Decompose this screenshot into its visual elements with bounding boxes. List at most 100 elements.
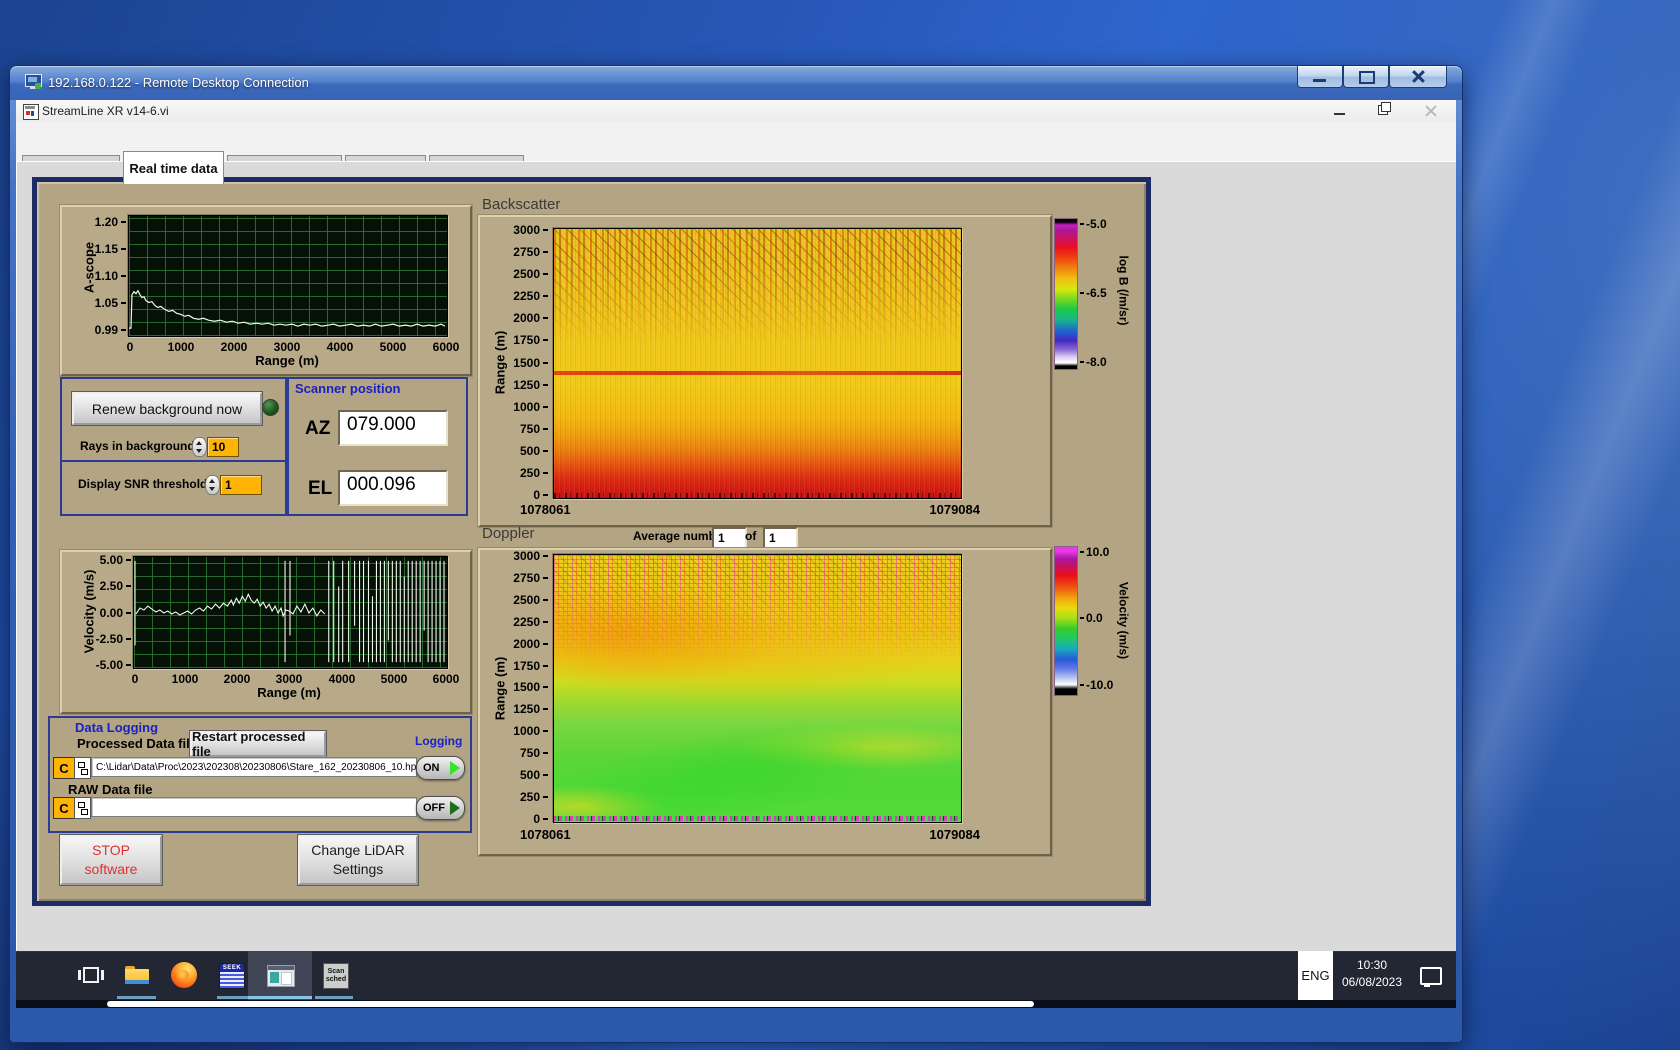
processed-toggle-led-on: [450, 761, 460, 775]
stop-software-button[interactable]: STOP software: [60, 835, 162, 885]
seek-app-label: SEEK: [220, 964, 244, 972]
average-of-label: of: [745, 529, 757, 543]
backscatter-ground-speckle: [554, 493, 961, 498]
ascope-xtick: 2000: [220, 340, 248, 354]
language-indicator[interactable]: ENG: [1298, 951, 1333, 1000]
rdp-close-button[interactable]: [1389, 66, 1447, 88]
rdp-maximize-button[interactable]: [1343, 66, 1389, 88]
processed-drive-selector[interactable]: C: [53, 757, 75, 779]
taskbar-active-app[interactable]: [248, 951, 312, 1000]
doppler-time-end: 1079084: [929, 827, 980, 842]
app-titlebar[interactable]: StreamLine XR v14-6.vi: [16, 100, 1456, 123]
file-explorer-icon[interactable]: [124, 963, 150, 985]
velocity-xtick: 2000: [223, 672, 251, 686]
rdp-minimize-button[interactable]: [1297, 66, 1343, 88]
streamline-taskbar-icon: [267, 965, 295, 987]
dp-ytick: 2000: [504, 637, 548, 651]
app-title: StreamLine XR v14-6.vi: [42, 104, 169, 118]
renew-background-button[interactable]: Renew background now: [72, 392, 262, 425]
doppler-time-start: 1078061: [520, 827, 571, 842]
change-lidar-settings-button[interactable]: Change LiDAR Settings: [298, 835, 418, 885]
clock-date[interactable]: 06/08/2023: [1334, 975, 1410, 989]
el-value-field[interactable]: 000.096: [338, 470, 448, 506]
ascope-ytick: 1.15: [82, 242, 126, 256]
az-label: AZ: [305, 418, 331, 439]
dp-ytick: 1000: [504, 724, 548, 738]
snr-value-field[interactable]: 1: [220, 475, 262, 495]
doppler-noise-layer: [554, 555, 961, 660]
scanner-position-title: Scanner position: [295, 381, 401, 396]
velocity-x-axis-label: Range (m): [257, 685, 321, 700]
remote-desktop-client: StreamLine XR v14-6.vi System setup Real…: [16, 100, 1456, 1008]
app-minimize-icon[interactable]: [1334, 113, 1345, 115]
velocity-plot: [133, 556, 448, 669]
ascope-trace: [129, 289, 445, 329]
backscatter-colorbar-label: log B (/m/sr): [1117, 255, 1131, 326]
ascope-ytick: 1.10: [82, 269, 126, 283]
dp-cb-tick: 0.0: [1080, 611, 1103, 625]
velocity-ytick: 0.00: [87, 606, 131, 620]
maximize-icon: [1359, 71, 1375, 84]
seek-app-icon[interactable]: SEEK: [219, 963, 245, 989]
el-label: EL: [308, 478, 333, 499]
processed-browse-icon[interactable]: [74, 757, 91, 779]
action-center-icon[interactable]: [1420, 967, 1442, 987]
raw-file-path-field[interactable]: [91, 797, 417, 817]
dp-ytick: 250: [504, 790, 548, 804]
processed-logging-toggle[interactable]: ON: [416, 756, 465, 780]
scan-scheduler-icon[interactable]: Scan sched: [323, 963, 349, 989]
processed-file-path-field[interactable]: C:\Lidar\Data\Proc\2023\202308\20230806\…: [91, 757, 417, 777]
bs-ytick: 1500: [504, 356, 548, 370]
ascope-plot: [128, 215, 448, 337]
dp-ytick: 2500: [504, 593, 548, 607]
snr-threshold-label: Display SNR threshold: [78, 477, 208, 491]
processed-toggle-label: ON: [423, 762, 440, 774]
firefox-icon[interactable]: [171, 962, 197, 988]
tab-real-time-data[interactable]: Real time data: [123, 151, 224, 184]
dp-ytick: 2250: [504, 615, 548, 629]
desktop-background: 192.168.0.122 - Remote Desktop Connectio…: [0, 0, 1680, 1050]
app-restore-icon[interactable]: [1378, 102, 1391, 115]
backscatter-aerosol-band: [554, 371, 961, 375]
dp-ytick: 1250: [504, 702, 548, 716]
rdp-titlebar[interactable]: 192.168.0.122 - Remote Desktop Connectio…: [10, 66, 1462, 100]
velocity-ytick: -5.00: [87, 658, 131, 672]
app-close-icon: [1424, 105, 1437, 118]
raw-toggle-led-off: [450, 801, 460, 815]
raw-logging-toggle[interactable]: OFF: [416, 796, 465, 820]
backscatter-time-start: 1078061: [520, 502, 571, 517]
velocity-xtick: 4000: [328, 672, 356, 686]
velocity-xtick: 3000: [275, 672, 303, 686]
ascope-xtick: 1000: [167, 340, 195, 354]
ascope-xtick: 6000: [432, 340, 460, 354]
velocity-xtick: 1000: [171, 672, 199, 686]
task-view-icon[interactable]: [78, 964, 104, 986]
doppler-title: Doppler: [482, 525, 535, 542]
rays-spinner[interactable]: [192, 437, 207, 457]
velocity-ytick: -2.50: [87, 632, 131, 646]
stop-button-line2: software: [84, 861, 138, 877]
bs-ytick: 3000: [504, 223, 548, 237]
rdp-window-title: 192.168.0.122 - Remote Desktop Connectio…: [48, 75, 309, 90]
raw-drive-selector[interactable]: C: [53, 797, 75, 819]
az-value-field[interactable]: 079.000: [338, 410, 448, 446]
rays-value-field[interactable]: 10: [207, 437, 239, 457]
raw-browse-icon[interactable]: [74, 797, 91, 819]
bs-ytick: 2500: [504, 267, 548, 281]
renew-status-led: [262, 399, 279, 416]
doppler-ground-speckle: [554, 816, 961, 821]
restart-processed-file-button[interactable]: Restart processed file: [190, 729, 326, 759]
bs-ytick: 2000: [504, 311, 548, 325]
bs-ytick: 0: [504, 488, 548, 502]
rdp-scrollbar-thumb[interactable]: [107, 1001, 1034, 1007]
snr-spinner[interactable]: [205, 475, 220, 495]
bs-ytick: 1000: [504, 400, 548, 414]
clock-time[interactable]: 10:30: [1338, 958, 1406, 972]
velocity-xtick: 0: [131, 672, 139, 686]
velocity-ytick: 2.50: [87, 579, 131, 593]
minimize-icon: [1313, 79, 1326, 82]
bs-ytick: 750: [504, 422, 548, 436]
dp-ytick: 500: [504, 768, 548, 782]
ascope-ytick: 0.99: [82, 323, 126, 337]
ascope-xtick: 5000: [379, 340, 407, 354]
